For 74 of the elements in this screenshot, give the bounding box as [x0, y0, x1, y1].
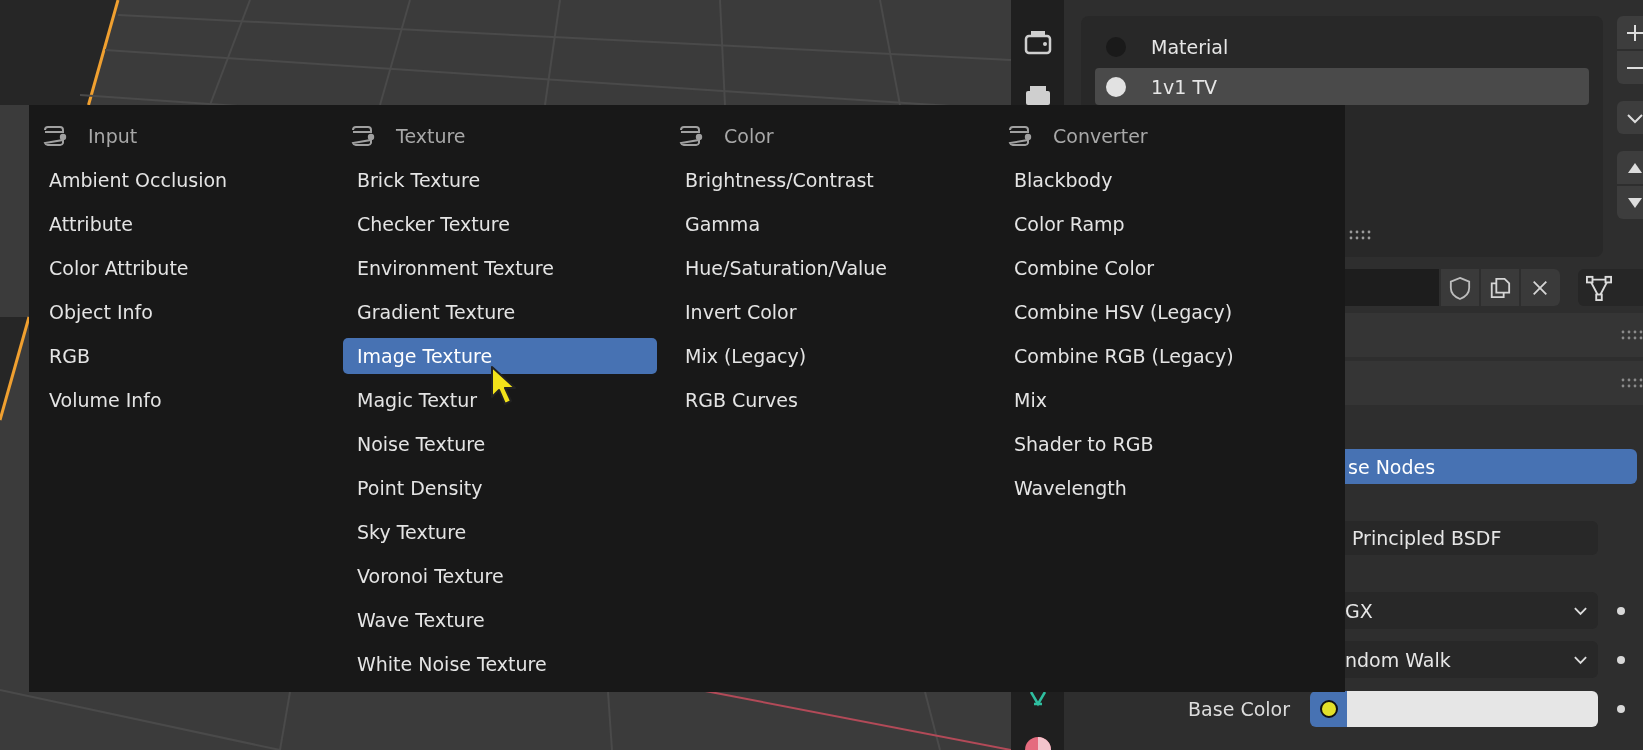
menu-item[interactable]: Gamma	[671, 206, 985, 242]
unlink-button[interactable]	[1521, 269, 1560, 306]
menu-item[interactable]: Combine Color	[1000, 250, 1294, 286]
category-heading: Converter	[1053, 125, 1148, 147]
distribution-dropdown[interactable]: GX	[1345, 592, 1598, 629]
menu-item[interactable]: Ambient Occlusion	[35, 162, 329, 198]
menu-item[interactable]: Voronoi Texture	[343, 558, 657, 594]
keyframe-dot-icon[interactable]	[1616, 605, 1626, 616]
menu-item[interactable]: Wave Texture	[343, 602, 657, 638]
node-category-icon	[1007, 124, 1033, 148]
close-icon	[1531, 278, 1550, 297]
menu-item[interactable]: Image Texture	[343, 338, 657, 374]
menu-item[interactable]: Gradient Texture	[343, 294, 657, 330]
menu-item[interactable]: Magic Textur	[343, 382, 657, 418]
menu-item[interactable]: Volume Info	[35, 382, 329, 418]
base-color-label: Base Color	[1187, 698, 1290, 720]
material-slot[interactable]: Material	[1095, 28, 1589, 65]
shield-icon	[1448, 275, 1471, 300]
vertex-triangle-icon	[1585, 274, 1612, 301]
menu-item[interactable]: Point Density	[343, 470, 657, 506]
menu-item[interactable]: Combine RGB (Legacy)	[1000, 338, 1294, 374]
drag-handle-icon[interactable]	[1621, 378, 1643, 388]
subsurface-method-dropdown[interactable]: ndom Walk	[1345, 641, 1598, 678]
menu-item[interactable]: Brightness/Contrast	[671, 162, 985, 198]
keyframe-dot-icon[interactable]	[1616, 654, 1626, 665]
menu-item[interactable]: Color Ramp	[1000, 206, 1294, 242]
menu-item[interactable]: Blackbody	[1000, 162, 1294, 198]
plus-icon	[1625, 22, 1643, 43]
menu-item[interactable]: Invert Color	[671, 294, 985, 330]
menu-item[interactable]: Hue/Saturation/Value	[671, 250, 985, 286]
material-name: 1v1 TV	[1151, 75, 1218, 98]
printer-icon[interactable]	[1023, 85, 1052, 105]
minus-icon	[1625, 65, 1643, 70]
menu-item[interactable]: Combine HSV (Legacy)	[1000, 294, 1294, 330]
category-heading: Texture	[396, 125, 466, 147]
menu-item[interactable]: Wavelength	[1000, 470, 1294, 506]
menu-item[interactable]: Attribute	[35, 206, 329, 242]
material-preview-icon	[1105, 75, 1127, 98]
material-slot[interactable]: 1v1 TV	[1095, 68, 1589, 105]
node-category-icon	[678, 124, 704, 148]
menu-item[interactable]: Brick Texture	[343, 162, 657, 198]
menu-item[interactable]: Mix (Legacy)	[671, 338, 985, 374]
menu-item[interactable]: White Noise Texture	[343, 646, 657, 682]
surface-field[interactable]: Principled BSDF	[1345, 521, 1598, 555]
menu-item[interactable]: Environment Texture	[343, 250, 657, 286]
category-heading: Color	[724, 125, 774, 147]
menu-item[interactable]: Object Info	[35, 294, 329, 330]
chevron-down-icon	[1573, 605, 1588, 616]
menu-item[interactable]: Checker Texture	[343, 206, 657, 242]
link-mode-button[interactable]	[1577, 269, 1643, 306]
copy-icon	[1489, 276, 1512, 299]
menu-item[interactable]: Color Attribute	[35, 250, 329, 286]
fake-user-button[interactable]	[1440, 269, 1480, 306]
category-heading: Input	[88, 125, 138, 147]
menu-item[interactable]: Noise Texture	[343, 426, 657, 462]
duplicate-button[interactable]	[1481, 269, 1520, 306]
camera-icon[interactable]	[1023, 28, 1052, 56]
chevron-down-icon	[1573, 654, 1588, 665]
socket-icon	[1318, 699, 1339, 719]
resize-grip-icon[interactable]	[1349, 230, 1371, 240]
node-tree-icon[interactable]	[1027, 690, 1048, 708]
node-category-icon	[350, 124, 376, 148]
color-swatch[interactable]	[1347, 691, 1598, 727]
drag-handle-icon[interactable]	[1621, 330, 1643, 340]
keyframe-dot-icon[interactable]	[1616, 704, 1626, 714]
use-nodes-button[interactable]: se Nodes	[1345, 449, 1637, 484]
menu-item[interactable]: Sky Texture	[343, 514, 657, 550]
menu-item[interactable]: Mix	[1000, 382, 1294, 418]
node-category-icon	[42, 124, 68, 148]
menu-item[interactable]: RGB Curves	[671, 382, 985, 418]
menu-item[interactable]: RGB	[35, 338, 329, 374]
material-name: Material	[1151, 35, 1229, 58]
socket-button[interactable]	[1310, 691, 1347, 727]
menu-item[interactable]: Shader to RGB	[1000, 426, 1294, 462]
